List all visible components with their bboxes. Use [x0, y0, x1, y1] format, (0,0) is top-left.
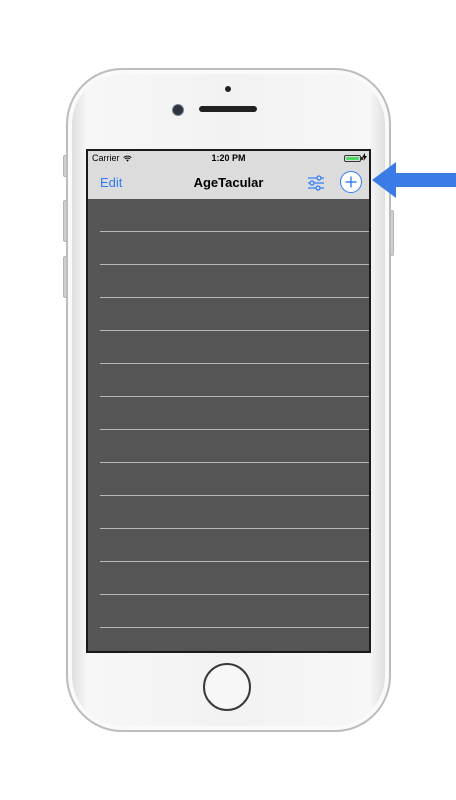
- empty-table-view[interactable]: [88, 199, 369, 651]
- table-row[interactable]: [100, 298, 369, 331]
- add-button[interactable]: [340, 171, 362, 193]
- charging-bolt-icon: [362, 153, 367, 161]
- battery-icon: [344, 155, 363, 162]
- table-row[interactable]: [100, 562, 369, 595]
- status-time: 1:20 PM: [211, 153, 246, 163]
- table-row[interactable]: [100, 232, 369, 265]
- table-row[interactable]: [100, 595, 369, 628]
- navigation-bar: Edit AgeTacular: [88, 167, 369, 199]
- sliders-icon[interactable]: [307, 175, 325, 191]
- table-row[interactable]: [100, 463, 369, 496]
- table-row[interactable]: [100, 265, 369, 298]
- table-row[interactable]: [100, 529, 369, 562]
- front-camera-icon: [172, 104, 184, 116]
- table-row[interactable]: [100, 430, 369, 463]
- home-button[interactable]: [203, 663, 251, 711]
- earpiece-speaker: [199, 106, 257, 112]
- battery-fill: [346, 157, 359, 160]
- nav-title: AgeTacular: [193, 175, 264, 190]
- status-bar: Carrier 1:20 PM: [88, 151, 369, 167]
- table-row[interactable]: [100, 397, 369, 430]
- table-row[interactable]: [100, 331, 369, 364]
- table-row[interactable]: [100, 496, 369, 529]
- callout-arrow-icon: [372, 162, 456, 198]
- table-row[interactable]: [100, 364, 369, 397]
- plus-icon: [345, 176, 357, 188]
- table-row[interactable]: [100, 199, 369, 232]
- screenshot-stage: Carrier 1:20 PM Edit AgeTacular: [0, 0, 456, 800]
- app-screen: Carrier 1:20 PM Edit AgeTacular: [86, 149, 371, 653]
- proximity-sensor: [225, 86, 231, 92]
